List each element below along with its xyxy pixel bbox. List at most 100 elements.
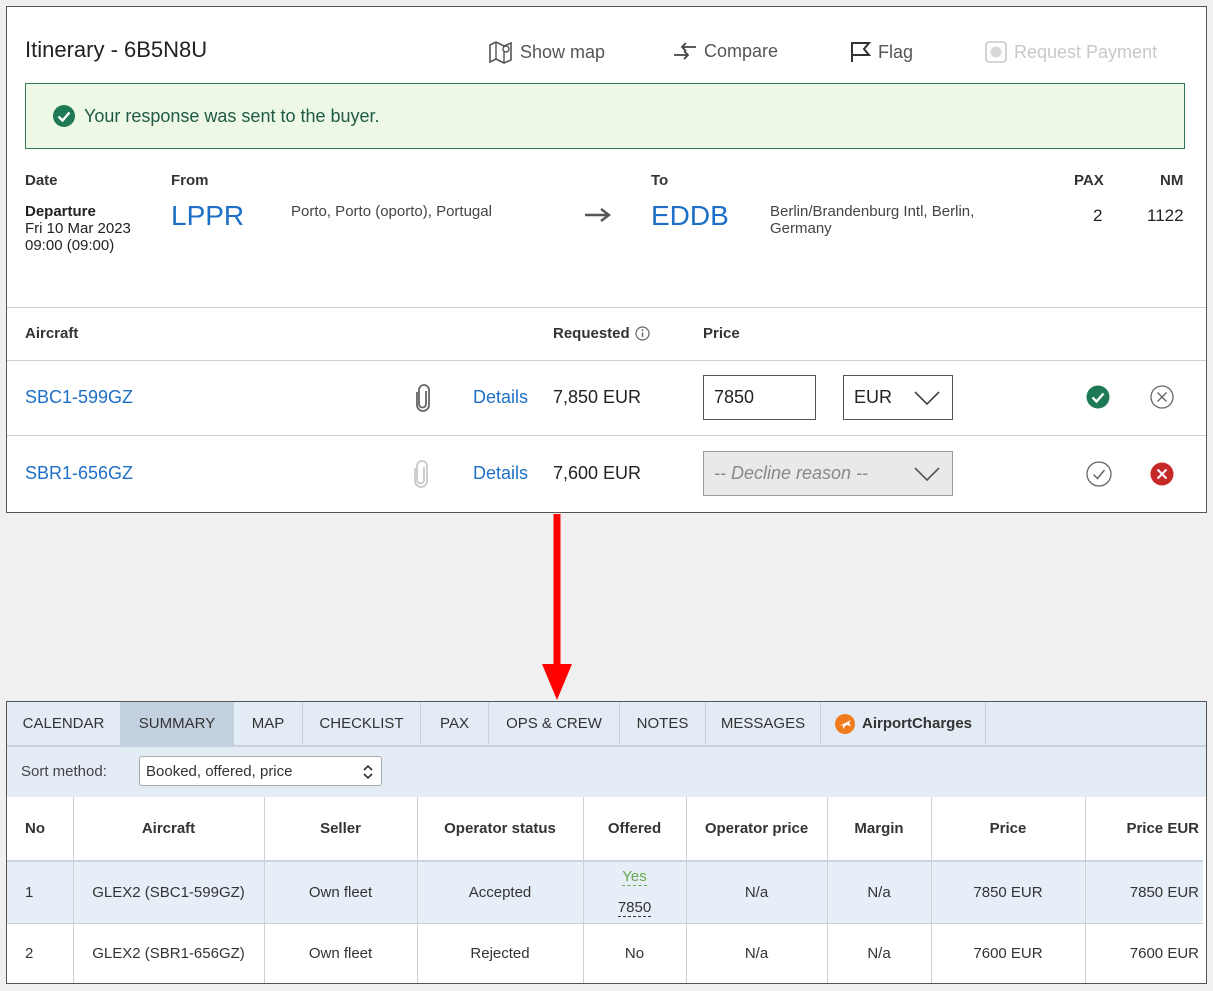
compare-arrows-icon [674,42,696,60]
summary-table: No Aircraft Seller Operator status Offer… [7,797,1203,983]
row-aircraft: GLEX2 (SBR1-656GZ) [73,923,265,983]
sort-method-label: Sort method: [21,763,107,780]
row-seller: Own fleet [264,861,418,924]
aircraft-column-header: Aircraft [25,325,79,342]
tab-pax[interactable]: PAX [421,702,489,745]
col-price-eur[interactable]: Price EUR [1085,797,1203,862]
departure-time: 09:00 (09:00) [25,237,115,254]
row-price-eur: 7600 EUR [1085,923,1203,983]
tab-calendar[interactable]: CALENDAR [7,702,121,745]
flag-icon [851,42,872,62]
decline-x-icon[interactable] [1150,462,1174,486]
offered-value[interactable]: 7850 [617,899,652,917]
accept-check-icon[interactable] [1086,385,1110,409]
tab-airport-charges[interactable]: AirportCharges [821,702,986,745]
tab-notes[interactable]: NOTES [620,702,706,745]
tab-ops-crew[interactable]: OPS & CREW [489,702,620,745]
tab-map[interactable]: MAP [234,702,303,745]
decline-x-icon[interactable] [1150,385,1174,409]
row-operator-price: N/a [686,923,828,983]
success-alert: Your response was sent to the buyer. [25,83,1185,149]
map-icon [489,41,512,64]
col-aircraft[interactable]: Aircraft [73,797,265,862]
leg-type: Departure [25,203,96,220]
chevron-down-icon [914,467,940,482]
row-no: 2 [7,923,74,983]
departure-date: Fri 10 Mar 2023 [25,220,131,237]
price-column-header: Price [703,325,740,342]
divider [7,435,1206,436]
row-aircraft: GLEX2 (SBC1-599GZ) [73,861,265,924]
itinerary-panel: Itinerary - 6B5N8U Show map Compare Flag… [6,6,1207,513]
row-margin: N/a [827,861,932,924]
airport-charges-logo-icon [834,713,855,734]
details-link[interactable]: Details [473,387,528,408]
table-row[interactable]: 2 GLEX2 (SBR1-656GZ) Own fleet Rejected … [7,923,1203,983]
sort-bar: Sort method: Booked, offered, price [7,747,1206,797]
flag-button[interactable]: Flag [848,40,913,64]
row-offered: No [583,923,687,983]
date-label: Date [25,172,58,189]
page-title: Itinerary - 6B5N8U [25,37,208,62]
tab-bar: CALENDAR SUMMARY MAP CHECKLIST PAX OPS &… [7,702,1206,747]
col-price[interactable]: Price [931,797,1086,862]
info-icon[interactable] [635,326,650,341]
row-operator-status: Rejected [417,923,584,983]
chevron-down-icon [914,391,940,406]
price-input[interactable]: 7850 [703,375,816,420]
row-seller: Own fleet [264,923,418,983]
nm-label: NM [1160,172,1184,189]
requested-price: 7,600 EUR [553,463,642,483]
from-airport-name: Porto, Porto (oporto), Portugal [291,203,492,220]
aircraft-link-sbc1[interactable]: SBC1-599GZ [25,387,133,408]
offered-yes[interactable]: Yes [622,868,647,886]
requested-column-header: Requested [553,325,650,342]
arrow-right-icon [585,208,611,222]
from-airport-code[interactable]: LPPR [171,200,244,232]
pax-value: 2 [1093,206,1103,225]
accept-check-icon[interactable] [1086,461,1112,487]
departure-info: Departure Fri 10 Mar 2023 09:00 (09:00) [25,203,131,254]
to-airport-name: Berlin/Brandenburg Intl, Berlin, Germany [770,203,975,237]
up-down-chevron-icon [363,764,373,780]
table-header-row: No Aircraft Seller Operator status Offer… [7,797,1203,862]
row-operator-price: N/a [686,861,828,924]
divider [7,307,1206,308]
col-operator-price[interactable]: Operator price [686,797,828,862]
show-map-button[interactable]: Show map [488,40,605,64]
table-row[interactable]: 1 GLEX2 (SBC1-599GZ) Own fleet Accepted … [7,861,1203,924]
tab-summary[interactable]: SUMMARY [121,702,234,745]
compare-button[interactable]: Compare [672,40,778,62]
red-arrow-annotation [542,514,572,700]
currency-select[interactable]: EUR [843,375,953,420]
payment-icon [985,41,1007,63]
tab-messages[interactable]: MESSAGES [706,702,821,745]
row-margin: N/a [827,923,932,983]
sort-method-select[interactable]: Booked, offered, price [139,756,382,786]
col-seller[interactable]: Seller [264,797,418,862]
aircraft-link-sbr1[interactable]: SBR1-656GZ [25,463,133,484]
col-margin[interactable]: Margin [827,797,932,862]
request-payment-button[interactable]: Request Payment [984,40,1157,64]
row-offered: Yes 7850 [583,861,687,924]
row-price: 7600 EUR [931,923,1086,983]
requested-price: 7,850 EUR [553,387,642,407]
summary-panel: CALENDAR SUMMARY MAP CHECKLIST PAX OPS &… [6,701,1207,984]
divider [7,360,1206,361]
paperclip-icon[interactable] [412,460,430,488]
details-link[interactable]: Details [473,463,528,484]
nm-value: 1122 [1147,206,1184,225]
row-price: 7850 EUR [931,861,1086,924]
row-operator-status: Accepted [417,861,584,924]
paperclip-icon[interactable] [414,384,432,412]
from-label: From [171,172,209,189]
to-label: To [651,172,669,189]
col-operator-status[interactable]: Operator status [417,797,584,862]
col-no[interactable]: No [7,797,74,862]
tab-checklist[interactable]: CHECKLIST [303,702,421,745]
alert-message: Your response was sent to the buyer. [84,105,380,126]
row-no: 1 [7,861,74,924]
to-airport-code[interactable]: EDDB [651,200,729,232]
decline-reason-select[interactable]: -- Decline reason -- [703,451,953,496]
col-offered[interactable]: Offered [583,797,687,862]
